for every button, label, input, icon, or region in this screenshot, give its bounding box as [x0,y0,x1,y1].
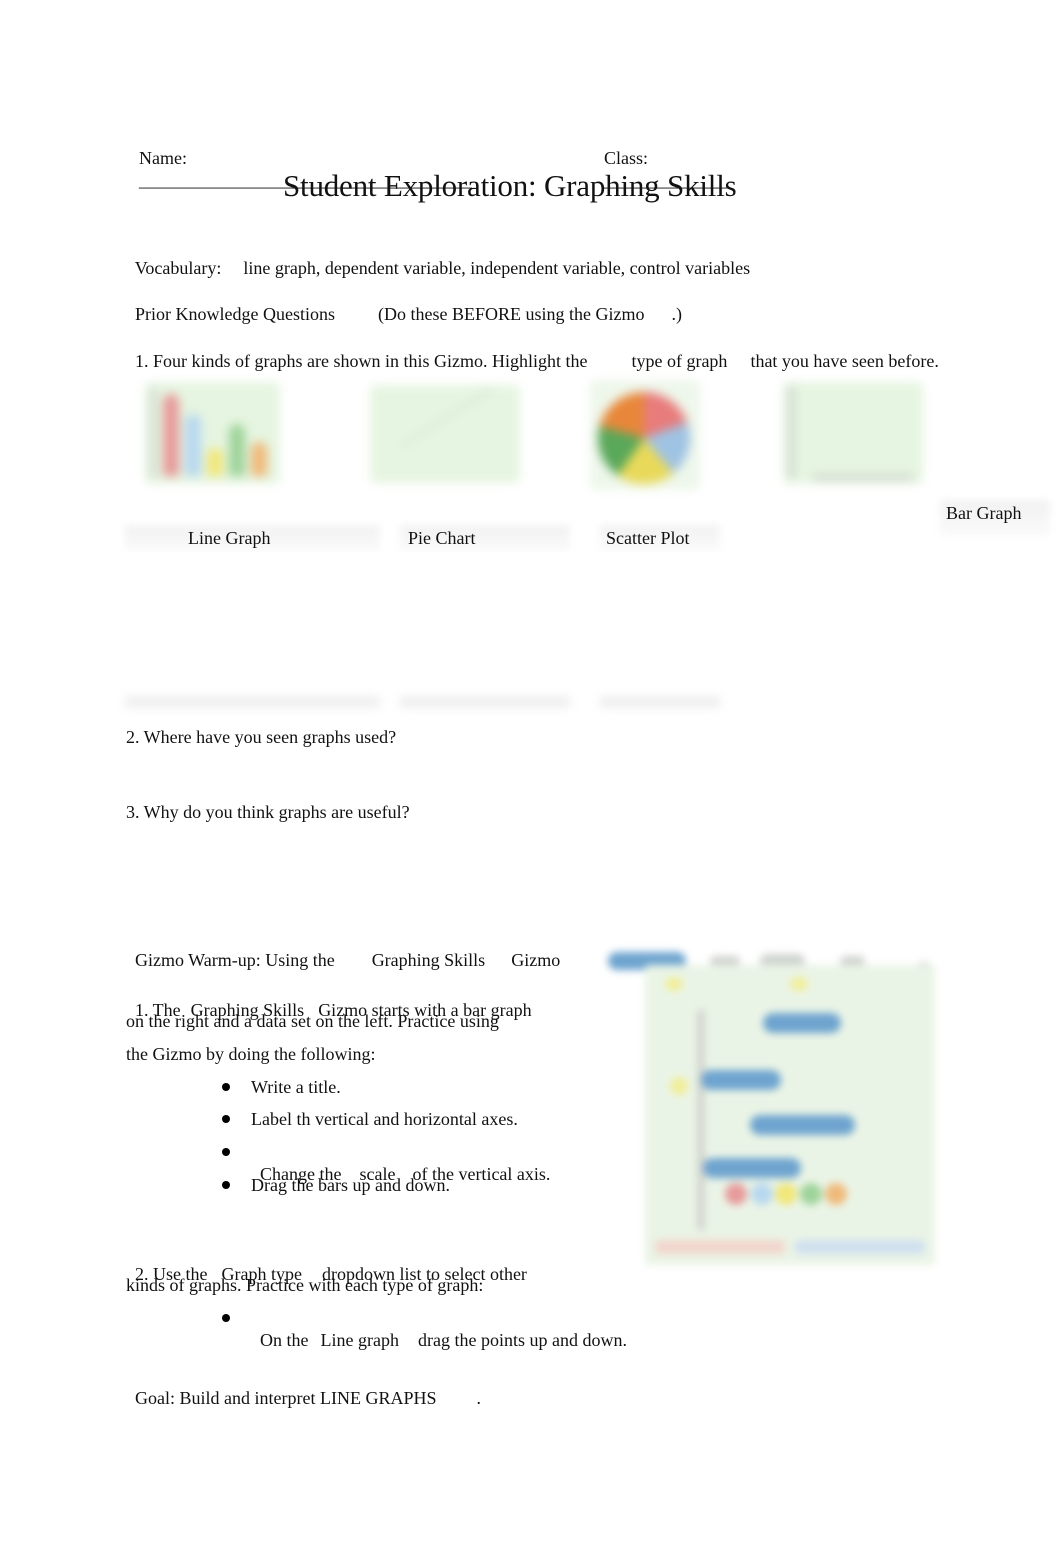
step2-bullet-1: On the Line graph drag the points up and d… [260,1330,627,1350]
graph-label-bar: Bar Graph [946,503,1022,523]
question-2: 2. Where have you seen graphs used? [126,727,397,747]
vocabulary-line: Vocabulary: line graph, dependent variabl… [126,235,750,279]
graph-label-pie: Pie Chart [408,528,476,548]
step1-bullet-2: Label th vertical and horizontal axes. [251,1109,518,1129]
step1-bullet-4: Drag the bars up and down. [251,1175,450,1195]
pie-chart-thumbnail-icon [590,380,700,490]
goal-text: Goal: Build and interpret LINE GRAPHS. [135,1388,481,1408]
prior-knowledge-note: (Do these BEFORE using the Gizmo [377,304,645,324]
scatter-plot-thumbnail-icon [783,382,923,484]
question-1: 1. Four kinds of graphs are shown in thi… [135,351,939,371]
answer-box-scatter-plot[interactable] [598,552,723,697]
graph-label-scatter: Scatter Plot [606,528,690,548]
class-label: Class: [604,148,649,168]
bullet-icon [222,1181,230,1189]
line-graph-thumbnail-icon [370,385,520,483]
gizmo-screenshot-image [600,940,950,1270]
vocabulary-label: Vocabulary: [134,258,222,278]
vocabulary-terms: line graph, dependent variable, independ… [243,258,751,278]
gizmo-graph-panel [645,965,935,1265]
warmup-step2-line2: kinds of graphs. Practice with each type… [126,1275,484,1295]
answer-box-line-graph[interactable] [120,552,382,697]
bullet-icon [222,1083,230,1091]
step1-bullet-1: Write a title. [251,1077,341,1097]
warmup-step1-line3: the Gizmo by doing the following: [126,1044,376,1064]
name-label: Name: [139,148,187,168]
prior-knowledge-title: Prior Knowledge Questions [135,304,335,324]
bullet-icon [222,1148,230,1156]
bullet-icon [222,1314,230,1322]
bar-graph-thumbnail-icon [145,382,280,484]
question-3: 3. Why do you think graphs are useful? [126,802,410,822]
warmup-step1-line2: on the right and a data set on the left.… [126,1011,499,1031]
prior-knowledge-heading: Prior Knowledge Questions (Do these BEFOR… [135,304,682,324]
graph-label-line: Line Graph [188,528,271,548]
bullet-icon [222,1115,230,1123]
page-title: Student Exploration: Graphing Skills [283,168,737,203]
warmup-heading: Gizmo Warm-up: Using the Graphing Skills G… [135,950,561,970]
answer-box-pie-chart[interactable] [398,552,573,697]
